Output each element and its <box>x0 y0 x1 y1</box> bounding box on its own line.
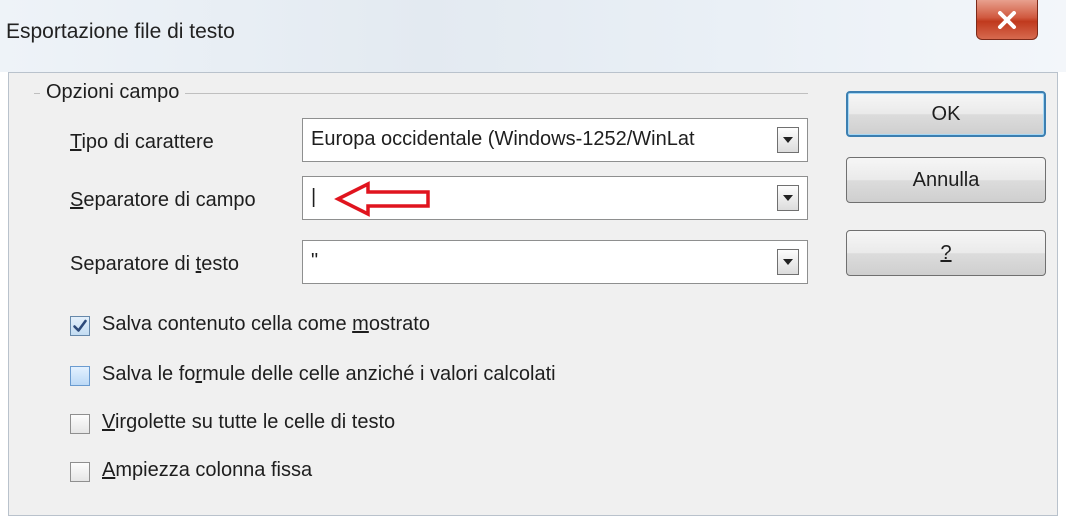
quote-all-text-checkbox[interactable] <box>70 414 90 434</box>
help-button[interactable]: ? <box>846 230 1046 276</box>
charset-label: Tipo di carattere <box>70 131 214 153</box>
title-bar: Esportazione file di testo <box>0 0 1066 72</box>
cancel-button[interactable]: Annulla <box>846 157 1046 203</box>
save-formulas-label: Salva le formule delle celle anziché i v… <box>102 363 556 385</box>
text-separator-combobox[interactable]: " <box>302 240 808 284</box>
close-button[interactable] <box>976 0 1038 40</box>
charset-value: Europa occidentale (Windows-1252/WinLat <box>311 128 695 150</box>
save-as-shown-checkbox[interactable] <box>70 316 90 336</box>
charset-dropdown[interactable]: Europa occidentale (Windows-1252/WinLat <box>302 118 808 162</box>
close-icon <box>998 10 1016 29</box>
group-label: Opzioni campo <box>40 81 186 104</box>
save-as-shown-label: Salva contenuto cella come mostrato <box>102 313 430 335</box>
save-formulas-checkbox[interactable] <box>70 366 90 386</box>
checkmark-icon <box>73 319 87 332</box>
text-separator-dropdown-button[interactable] <box>777 249 799 275</box>
chevron-down-icon <box>783 195 793 201</box>
dialog-title: Esportazione file di testo <box>6 20 235 43</box>
field-separator-label: Separatore di campo <box>70 189 256 211</box>
charset-dropdown-button[interactable] <box>777 127 799 153</box>
text-separator-label: Separatore di testo <box>70 253 240 275</box>
ok-button[interactable]: OK <box>846 91 1046 137</box>
fixed-column-width-checkbox[interactable] <box>70 462 90 482</box>
fixed-column-width-label: Ampiezza colonna fissa <box>102 459 313 481</box>
chevron-down-icon <box>783 137 793 143</box>
field-separator-dropdown-button[interactable] <box>777 185 799 211</box>
annotation-arrow-icon <box>334 181 430 217</box>
text-separator-value: " <box>311 250 319 272</box>
chevron-down-icon <box>783 259 793 265</box>
quote-all-text-label: Virgolette su tutte le celle di testo <box>102 411 396 433</box>
